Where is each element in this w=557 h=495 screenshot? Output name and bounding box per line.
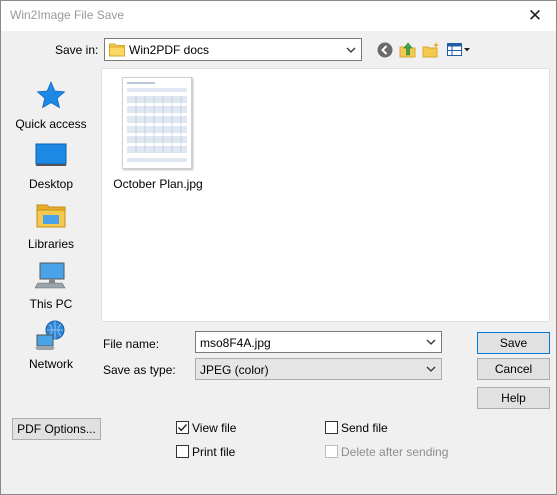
desktop-icon xyxy=(35,143,67,166)
place-quick-access[interactable]: Quick access xyxy=(7,79,95,137)
place-label: Libraries xyxy=(27,237,75,251)
file-name-label: October Plan.jpg xyxy=(113,177,203,191)
chevron-down-icon xyxy=(426,366,436,372)
print-file-checkbox[interactable] xyxy=(176,445,189,458)
print-file-label: Print file xyxy=(192,445,236,459)
delete-after-sending-label: Delete after sending xyxy=(341,445,449,459)
save-in-label: Save in: xyxy=(55,43,99,57)
view-menu-icon[interactable] xyxy=(446,41,472,59)
delete-after-sending-checkbox xyxy=(325,445,338,458)
window-title: Win2Image File Save xyxy=(10,8,125,22)
save-in-value: Win2PDF docs xyxy=(129,43,210,57)
places-bar: Quick access Desktop Libraries This PC N… xyxy=(7,67,95,387)
computer-icon xyxy=(35,262,66,289)
star-icon xyxy=(36,80,66,109)
file-thumbnail xyxy=(122,77,192,169)
save-as-type-value: JPEG (color) xyxy=(200,363,269,377)
file-save-dialog: Win2Image File Save ✕ Save in: Win2PDF d… xyxy=(0,0,557,495)
file-name-input[interactable]: mso8F4A.jpg xyxy=(195,331,442,353)
network-icon xyxy=(35,320,65,350)
save-as-type-label: Save as type: xyxy=(103,363,176,377)
back-icon[interactable] xyxy=(376,41,394,59)
help-button[interactable]: Help xyxy=(477,387,550,409)
chevron-down-icon[interactable] xyxy=(425,336,437,348)
up-folder-icon[interactable] xyxy=(399,41,417,59)
file-name-value: mso8F4A.jpg xyxy=(200,336,271,350)
file-list[interactable]: October Plan.jpg xyxy=(101,68,550,322)
place-this-pc[interactable]: This PC xyxy=(7,259,95,317)
folder-icon xyxy=(109,43,125,57)
place-label: Desktop xyxy=(28,177,74,191)
send-file-label: Send file xyxy=(341,421,388,435)
chevron-down-icon xyxy=(346,47,356,53)
file-item[interactable]: October Plan.jpg xyxy=(112,77,203,197)
place-label: This PC xyxy=(29,297,73,311)
place-label: Quick access xyxy=(15,117,87,131)
file-name-label: File name: xyxy=(103,337,160,351)
checkmark-icon xyxy=(178,424,188,432)
title-bar: Win2Image File Save ✕ xyxy=(1,1,556,31)
send-file-checkbox[interactable] xyxy=(325,421,338,434)
close-button[interactable]: ✕ xyxy=(519,4,551,28)
pdf-options-button[interactable]: PDF Options... xyxy=(12,418,101,440)
place-label: Network xyxy=(28,357,73,371)
place-network[interactable]: Network xyxy=(7,319,95,377)
save-button[interactable]: Save xyxy=(477,332,550,354)
new-folder-icon[interactable] xyxy=(422,41,440,59)
view-file-label: View file xyxy=(192,421,237,435)
place-desktop[interactable]: Desktop xyxy=(7,139,95,197)
cancel-button[interactable]: Cancel xyxy=(477,358,550,380)
view-file-checkbox[interactable] xyxy=(176,421,189,434)
save-in-dropdown[interactable]: Win2PDF docs xyxy=(104,38,362,61)
place-libraries[interactable]: Libraries xyxy=(7,199,95,257)
save-as-type-dropdown[interactable]: JPEG (color) xyxy=(195,358,442,380)
libraries-icon xyxy=(36,204,66,228)
